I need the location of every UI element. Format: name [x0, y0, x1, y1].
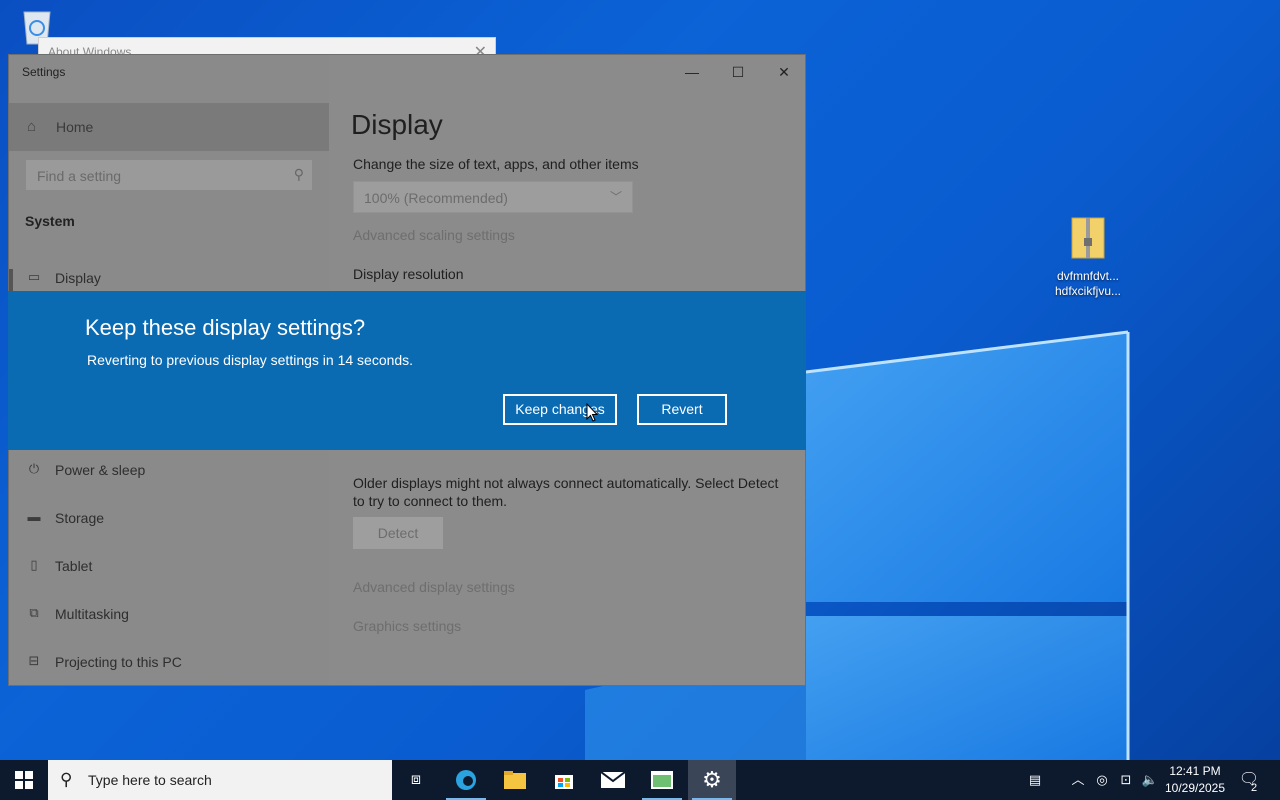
- sidebar-item-power-sleep[interactable]: ⏻ Power & sleep: [9, 451, 329, 491]
- sidebar-item-label: Tablet: [55, 558, 93, 574]
- multitasking-icon: ⧉: [29, 605, 39, 620]
- zip-file-label: dvfmnfdvt... hdfxcikfjvu...: [1054, 269, 1122, 298]
- clock-time: 12:41 PM: [1169, 764, 1221, 778]
- scale-label: Change the size of text, apps, and other…: [353, 156, 639, 172]
- start-button[interactable]: [0, 760, 48, 800]
- dialog-title: Keep these display settings?: [85, 315, 366, 340]
- revert-button[interactable]: Revert: [637, 394, 727, 425]
- notification-count-badge: 2: [1251, 782, 1258, 794]
- maximize-button[interactable]: ☐: [715, 59, 761, 85]
- home-label: Home: [56, 119, 94, 135]
- search-icon: ⚲: [293, 166, 304, 182]
- tablet-icon: ▯: [30, 557, 38, 572]
- task-view-icon[interactable]: ⧈: [392, 760, 440, 800]
- mouse-cursor-icon: [586, 403, 599, 422]
- clock[interactable]: 12:41 PM 10/29/2025: [1160, 763, 1230, 797]
- sidebar-item-multitasking[interactable]: ⧉ Multitasking: [9, 595, 329, 635]
- chevron-down-icon: ﹀: [609, 190, 622, 204]
- detect-button[interactable]: Detect: [353, 517, 443, 549]
- taskbar-search-box[interactable]: ⚲ Type here to search: [48, 760, 392, 800]
- scale-value: 100% (Recommended): [364, 190, 508, 206]
- news-interests-icon[interactable]: ▤: [1018, 760, 1052, 800]
- microsoft-store-icon[interactable]: [540, 760, 588, 800]
- taskbar-search-placeholder: Type here to search: [88, 772, 212, 788]
- edge-browser-icon[interactable]: [442, 760, 490, 800]
- scale-dropdown[interactable]: 100% (Recommended) ﹀: [353, 181, 633, 213]
- sidebar-item-label: Display: [55, 270, 101, 286]
- storage-icon: ▬: [27, 509, 41, 524]
- sidebar-home[interactable]: ⌂ Home: [9, 103, 329, 151]
- find-setting-input[interactable]: Find a setting ⚲: [25, 159, 313, 191]
- chevron-up-icon[interactable]: ︿: [1068, 760, 1088, 800]
- page-title: Display: [351, 109, 443, 140]
- resolution-label: Display resolution: [353, 266, 464, 282]
- zip-folder-icon: [1071, 217, 1105, 259]
- projecting-icon: ⊟: [28, 653, 40, 668]
- sidebar-item-label: Power & sleep: [55, 462, 146, 478]
- volume-muted-icon[interactable]: 🔈: [1140, 760, 1160, 800]
- sidebar-item-label: Projecting to this PC: [55, 654, 182, 670]
- windows-start-icon: [15, 771, 33, 789]
- sidebar-item-label: Multitasking: [55, 606, 129, 622]
- advanced-display-link[interactable]: Advanced display settings: [353, 579, 515, 595]
- detect-description-line2: to try to connect to them.: [353, 493, 508, 509]
- keep-settings-dialog: Keep these display settings? Reverting t…: [8, 291, 806, 450]
- network-icon[interactable]: ⊡: [1116, 760, 1136, 800]
- app-window-icon[interactable]: [638, 760, 686, 800]
- minimize-button[interactable]: —: [669, 59, 715, 85]
- desktop-zip-file[interactable]: dvfmnfdvt... hdfxcikfjvu...: [1046, 214, 1130, 299]
- sidebar-item-storage[interactable]: ▬ Storage: [9, 499, 329, 539]
- graphics-settings-link[interactable]: Graphics settings: [353, 618, 461, 634]
- sidebar-item-label: Storage: [55, 510, 105, 526]
- sidebar-item-tablet[interactable]: ▯ Tablet: [9, 547, 329, 587]
- close-button[interactable]: ✕: [761, 59, 805, 85]
- search-icon: ⚲: [60, 770, 73, 789]
- taskbar: ⚲ Type here to search ⧈ ⚙ ▤ ︿ ◎ ⊡ 🔈 12:4…: [0, 760, 1280, 800]
- meet-now-icon[interactable]: ◎: [1092, 760, 1112, 800]
- action-center-icon[interactable]: 🗨: [1236, 760, 1262, 800]
- clock-date: 10/29/2025: [1164, 781, 1226, 795]
- power-icon: ⏻: [28, 461, 40, 476]
- sidebar-item-projecting[interactable]: ⊟ Projecting to this PC: [9, 643, 329, 683]
- settings-gear-icon[interactable]: ⚙: [688, 760, 736, 800]
- monitor-icon: ▭: [27, 269, 41, 284]
- find-setting-placeholder: Find a setting: [37, 168, 122, 184]
- home-icon: ⌂: [27, 118, 37, 135]
- section-header-system: System: [25, 213, 75, 229]
- detect-description-line1: Older displays might not always connect …: [353, 475, 779, 491]
- mail-icon[interactable]: [589, 760, 637, 800]
- file-explorer-icon[interactable]: [491, 760, 539, 800]
- dialog-message: Reverting to previous display settings i…: [87, 352, 414, 368]
- advanced-scaling-link[interactable]: Advanced scaling settings: [353, 227, 515, 243]
- window-title: Settings: [22, 65, 66, 79]
